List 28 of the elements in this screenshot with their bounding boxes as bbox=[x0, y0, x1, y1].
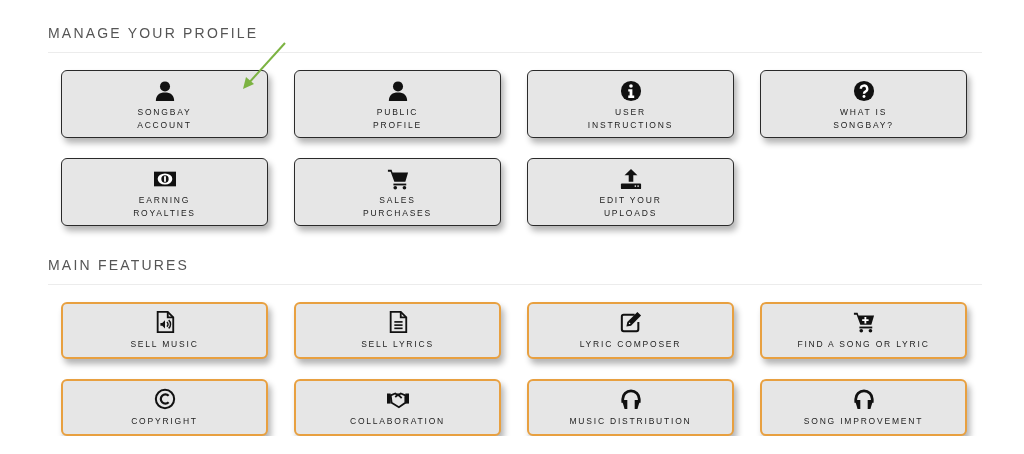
menu-button[interactable]: WHAT IS SONGBAY? bbox=[760, 70, 967, 138]
menu-button[interactable]: EDIT YOUR UPLOADS bbox=[527, 158, 734, 226]
section-heading: MANAGE YOUR PROFILE bbox=[48, 24, 260, 42]
user-icon bbox=[386, 80, 409, 102]
info-icon bbox=[619, 80, 642, 102]
cart-icon bbox=[386, 168, 409, 190]
menu-button[interactable]: PUBLIC PROFILE bbox=[294, 70, 501, 138]
headphones-icon bbox=[852, 388, 875, 410]
menu-button[interactable]: USER INSTRUCTIONS bbox=[527, 70, 734, 138]
menu-button[interactable]: SONGBAY ACCOUNT bbox=[61, 70, 268, 138]
menu-button[interactable]: SELL LYRICS bbox=[294, 302, 501, 359]
headphones-icon bbox=[619, 388, 642, 410]
menu-button[interactable]: COPYRIGHT bbox=[61, 379, 268, 436]
copyright-icon bbox=[153, 388, 176, 410]
upload-icon bbox=[619, 168, 642, 190]
question-icon bbox=[852, 80, 875, 102]
menu-button[interactable]: COLLABORATION bbox=[294, 379, 501, 436]
menu-button[interactable]: SALES PURCHASES bbox=[294, 158, 501, 226]
cart-plus-icon bbox=[852, 311, 875, 333]
user-icon bbox=[153, 80, 176, 102]
section-heading: MAIN FEATURES bbox=[48, 256, 191, 274]
edit-icon bbox=[619, 311, 642, 333]
menu-button[interactable]: SONG IMPROVEMENT bbox=[760, 379, 967, 436]
menu-button[interactable]: SELL MUSIC bbox=[61, 302, 268, 359]
menu-button[interactable]: LYRIC COMPOSER bbox=[527, 302, 734, 359]
menu-button[interactable]: MUSIC DISTRIBUTION bbox=[527, 379, 734, 436]
menu-button[interactable]: FIND A SONG OR LYRIC bbox=[760, 302, 967, 359]
menu-button[interactable]: EARNING ROYALTIES bbox=[61, 158, 268, 226]
